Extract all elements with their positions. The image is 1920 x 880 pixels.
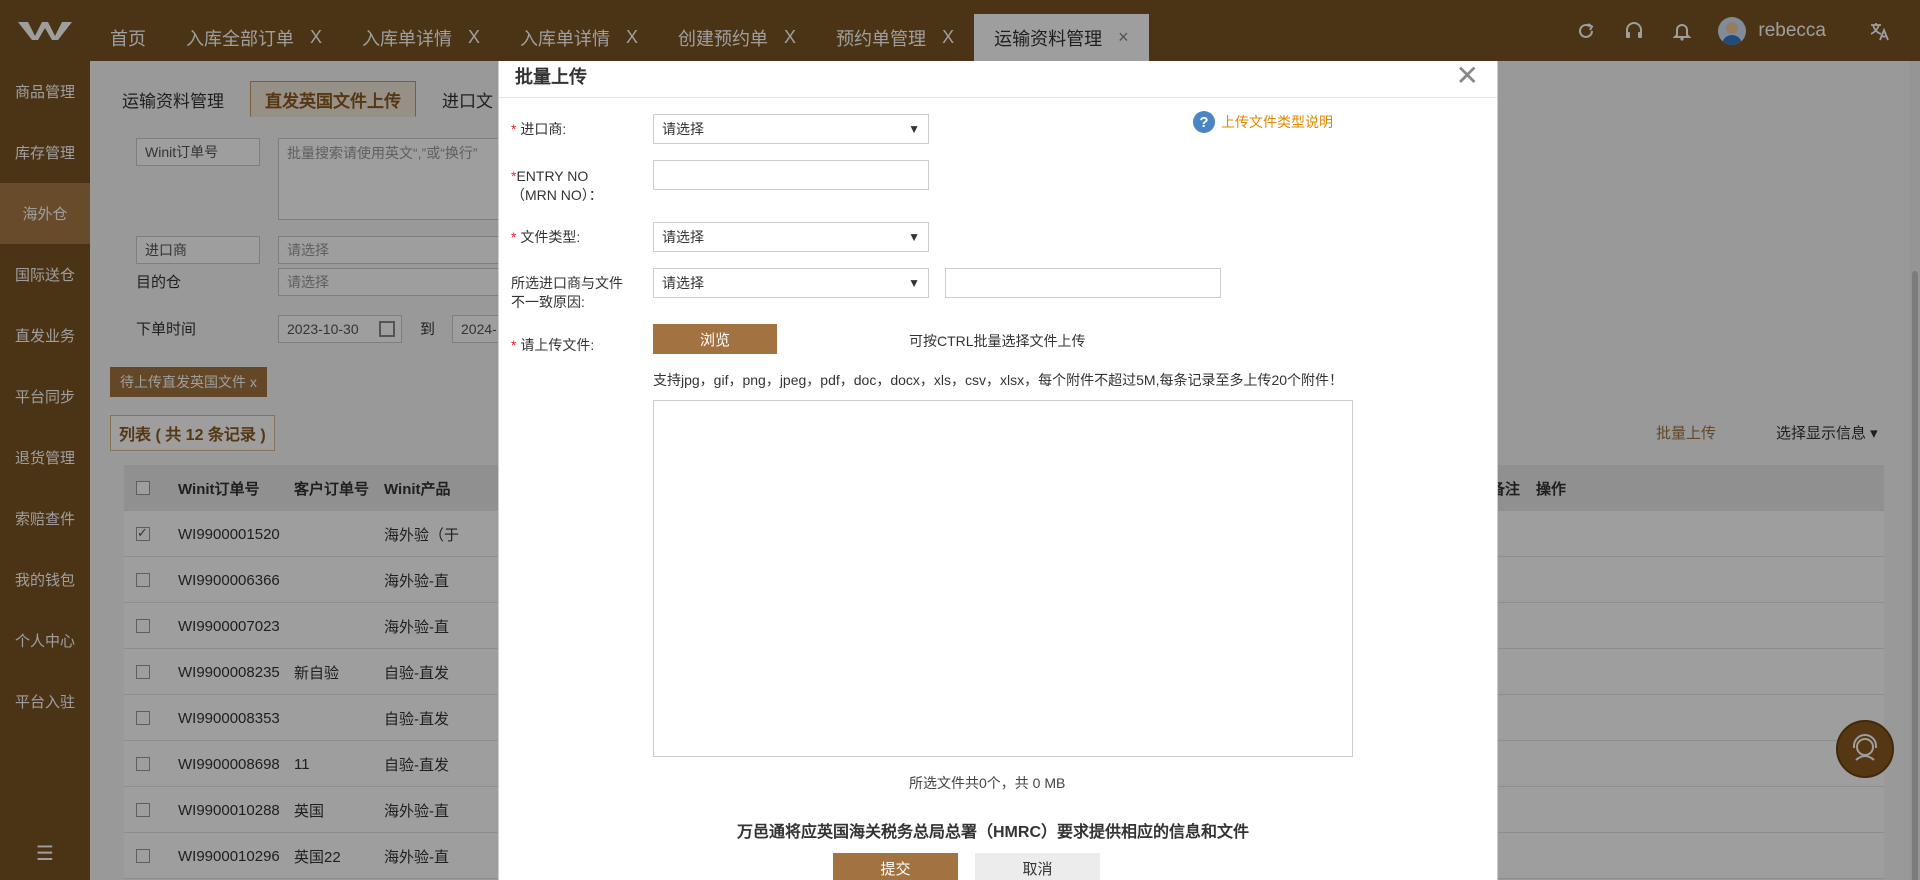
chevron-down-icon: ▼: [908, 276, 920, 290]
importer-select[interactable]: 请选择 ▼: [653, 114, 929, 144]
upload-label-text: 请上传文件:: [516, 337, 595, 353]
file-type-select[interactable]: 请选择 ▼: [653, 222, 929, 252]
mismatch-reason-input[interactable]: [945, 268, 1221, 298]
importer-field-label: * 进口商:: [511, 120, 566, 139]
file-drop-area[interactable]: [653, 400, 1353, 757]
modal-title: 批量上传: [515, 67, 587, 87]
mismatch-reason-label: 所选进口商与文件 不一致原因:: [511, 274, 623, 312]
hmrc-notice: 万邑通将应英国海关税务总局总署（HMRC）要求提供相应的信息和文件: [737, 824, 1249, 841]
mismatch-label-text: 所选进口商与文件: [511, 275, 623, 291]
batch-upload-modal: 批量上传 ✕ ? 上传文件类型说明 * 进口商: 请选择 ▼ *ENTRY NO…: [498, 59, 1498, 880]
close-icon[interactable]: ✕: [1456, 59, 1479, 92]
mismatch-reason-select[interactable]: 请选择 ▼: [653, 268, 929, 298]
file-type-select-value: 请选择: [662, 229, 704, 245]
importer-label-text: 进口商:: [516, 121, 567, 137]
question-icon: ?: [1193, 111, 1215, 133]
entry-label-text: ENTRY NO: [516, 168, 589, 184]
submit-button[interactable]: 提交: [833, 853, 958, 880]
help-file-types-text: 上传文件类型说明: [1221, 114, 1333, 130]
chevron-down-icon: ▼: [908, 122, 920, 136]
supported-formats-hint: 支持jpg，gif，png，jpeg，pdf，doc，docx，xls，csv，…: [653, 372, 1344, 388]
file-type-label: * 文件类型:: [511, 228, 580, 247]
ctrl-multi-select-hint: 可按CTRL批量选择文件上传: [909, 333, 1086, 349]
file-type-label-text: 文件类型:: [516, 229, 581, 245]
help-file-types-link[interactable]: ? 上传文件类型说明: [1193, 111, 1333, 133]
mismatch-select-value: 请选择: [662, 275, 704, 291]
modal-divider: [499, 97, 1497, 98]
upload-file-label: * 请上传文件:: [511, 336, 594, 355]
entry-no-label: *ENTRY NO （MRN NO）：: [511, 167, 603, 205]
mismatch-label-text-2: 不一致原因:: [511, 294, 585, 310]
importer-select-value: 请选择: [662, 121, 704, 137]
chevron-down-icon: ▼: [908, 230, 920, 244]
browse-button[interactable]: 浏览: [653, 324, 777, 354]
cancel-button[interactable]: 取消: [975, 853, 1100, 880]
selected-file-summary: 所选文件共0个，共 0 MB: [909, 775, 1066, 791]
entry-label-text-2: （MRN NO）：: [511, 187, 603, 203]
entry-no-input[interactable]: [653, 160, 929, 190]
